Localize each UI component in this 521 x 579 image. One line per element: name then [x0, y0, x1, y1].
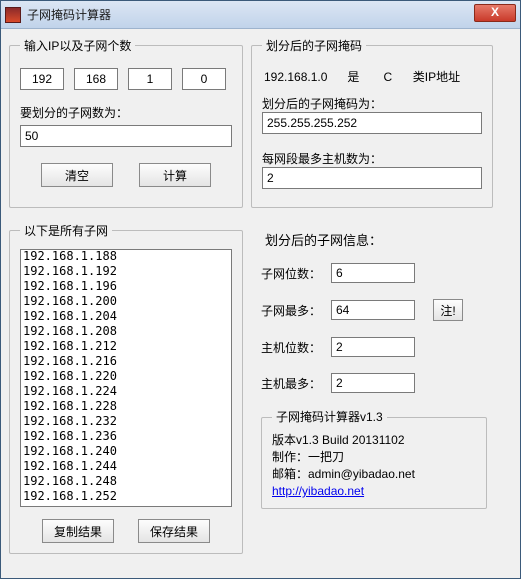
list-item[interactable]: 192.168.1.188	[23, 249, 229, 264]
list-item[interactable]: 192.168.1.224	[23, 384, 229, 399]
list-item[interactable]: 192.168.1.232	[23, 414, 229, 429]
ip-octet-2[interactable]	[74, 68, 118, 90]
list-item[interactable]: 192.168.1.192	[23, 264, 229, 279]
save-result-button[interactable]: 保存结果	[138, 519, 210, 543]
ip-octet-row	[20, 68, 232, 90]
about-email: 邮箱：admin@yibadao.net	[272, 466, 476, 483]
ip-octet-4[interactable]	[182, 68, 226, 90]
subnet-listbox[interactable]: 192.168.1.180192.168.1.184192.168.1.1881…	[20, 249, 232, 507]
list-item[interactable]: 192.168.1.216	[23, 354, 229, 369]
list-item[interactable]: 192.168.1.248	[23, 474, 229, 489]
ip-class-suffix: 类IP地址	[413, 70, 460, 84]
ip-class-line: 192.168.1.0 是 C 类IP地址	[264, 68, 482, 85]
subnet-list-legend: 以下是所有子网	[20, 222, 112, 239]
list-item[interactable]: 192.168.1.200	[23, 294, 229, 309]
ip-input-legend: 输入IP以及子网个数	[20, 37, 135, 54]
subnet-count-input[interactable]	[20, 125, 232, 147]
list-item[interactable]: 192.168.1.236	[23, 429, 229, 444]
host-bits-field[interactable]	[331, 337, 415, 357]
list-item[interactable]: 192.168.1.252	[23, 489, 229, 504]
hosts-value[interactable]	[262, 167, 482, 189]
subnet-max-label: 子网最多：	[261, 302, 331, 319]
ip-octet-3[interactable]	[128, 68, 172, 90]
host-max-field[interactable]	[331, 373, 415, 393]
subnet-bits-field[interactable]	[331, 263, 415, 283]
is-text: 是	[347, 70, 359, 84]
subnet-max-field[interactable]	[331, 300, 415, 320]
subnet-count-label: 要划分的子网数为：	[20, 104, 232, 121]
about-version: 版本v1.3 Build 20131102	[272, 432, 476, 449]
about-author: 制作：一把刀	[272, 449, 476, 466]
list-item[interactable]: 192.168.1.228	[23, 399, 229, 414]
about-name: 子网掩码计算器v1.3	[272, 409, 387, 426]
subnet-info-panel: 划分后的子网信息： 子网位数： 子网最多： 注! 主机位数： 主机最多： 子网掩…	[251, 222, 493, 554]
mask-label: 划分后的子网掩码为：	[262, 95, 482, 112]
copy-result-button[interactable]: 复制结果	[42, 519, 114, 543]
client-area: 输入IP以及子网个数 要划分的子网数为： 清空 计算 划分后的子网掩码 192.…	[1, 29, 520, 562]
list-item[interactable]: 192.168.1.240	[23, 444, 229, 459]
host-bits-label: 主机位数：	[261, 339, 331, 356]
list-item[interactable]: 192.168.1.196	[23, 279, 229, 294]
about-url-link[interactable]: http://yibadao.net	[272, 484, 364, 498]
calc-button[interactable]: 计算	[139, 163, 211, 187]
mask-result-legend: 划分后的子网掩码	[262, 37, 366, 54]
app-icon	[5, 7, 21, 23]
ip-class-letter: C	[373, 70, 403, 84]
subnet-info-title: 划分后的子网信息：	[265, 230, 487, 249]
mask-value[interactable]	[262, 112, 482, 134]
note-button[interactable]: 注!	[433, 299, 463, 321]
app-window: 子网掩码计算器 X 输入IP以及子网个数 要划分的子网数为： 清空 计算 划分后…	[0, 0, 521, 579]
window-title: 子网掩码计算器	[27, 6, 111, 23]
list-item[interactable]: 192.168.1.204	[23, 309, 229, 324]
close-button[interactable]: X	[474, 4, 516, 22]
hosts-label: 每网段最多主机数为：	[262, 150, 482, 167]
subnet-list-panel: 以下是所有子网 192.168.1.180192.168.1.184192.16…	[9, 222, 243, 554]
host-max-label: 主机最多：	[261, 375, 331, 392]
clear-button[interactable]: 清空	[41, 163, 113, 187]
list-item[interactable]: 192.168.1.212	[23, 339, 229, 354]
ip-octet-1[interactable]	[20, 68, 64, 90]
list-item[interactable]: 192.168.1.244	[23, 459, 229, 474]
list-item[interactable]: 192.168.1.220	[23, 369, 229, 384]
ip-input-panel: 输入IP以及子网个数 要划分的子网数为： 清空 计算	[9, 37, 243, 208]
titlebar: 子网掩码计算器 X	[1, 1, 520, 29]
about-box: 子网掩码计算器v1.3 版本v1.3 Build 20131102 制作：一把刀…	[261, 409, 487, 509]
ip-display: 192.168.1.0	[264, 70, 327, 84]
subnet-bits-label: 子网位数：	[261, 265, 331, 282]
list-item[interactable]: 192.168.1.208	[23, 324, 229, 339]
mask-result-panel: 划分后的子网掩码 192.168.1.0 是 C 类IP地址 划分后的子网掩码为…	[251, 37, 493, 208]
